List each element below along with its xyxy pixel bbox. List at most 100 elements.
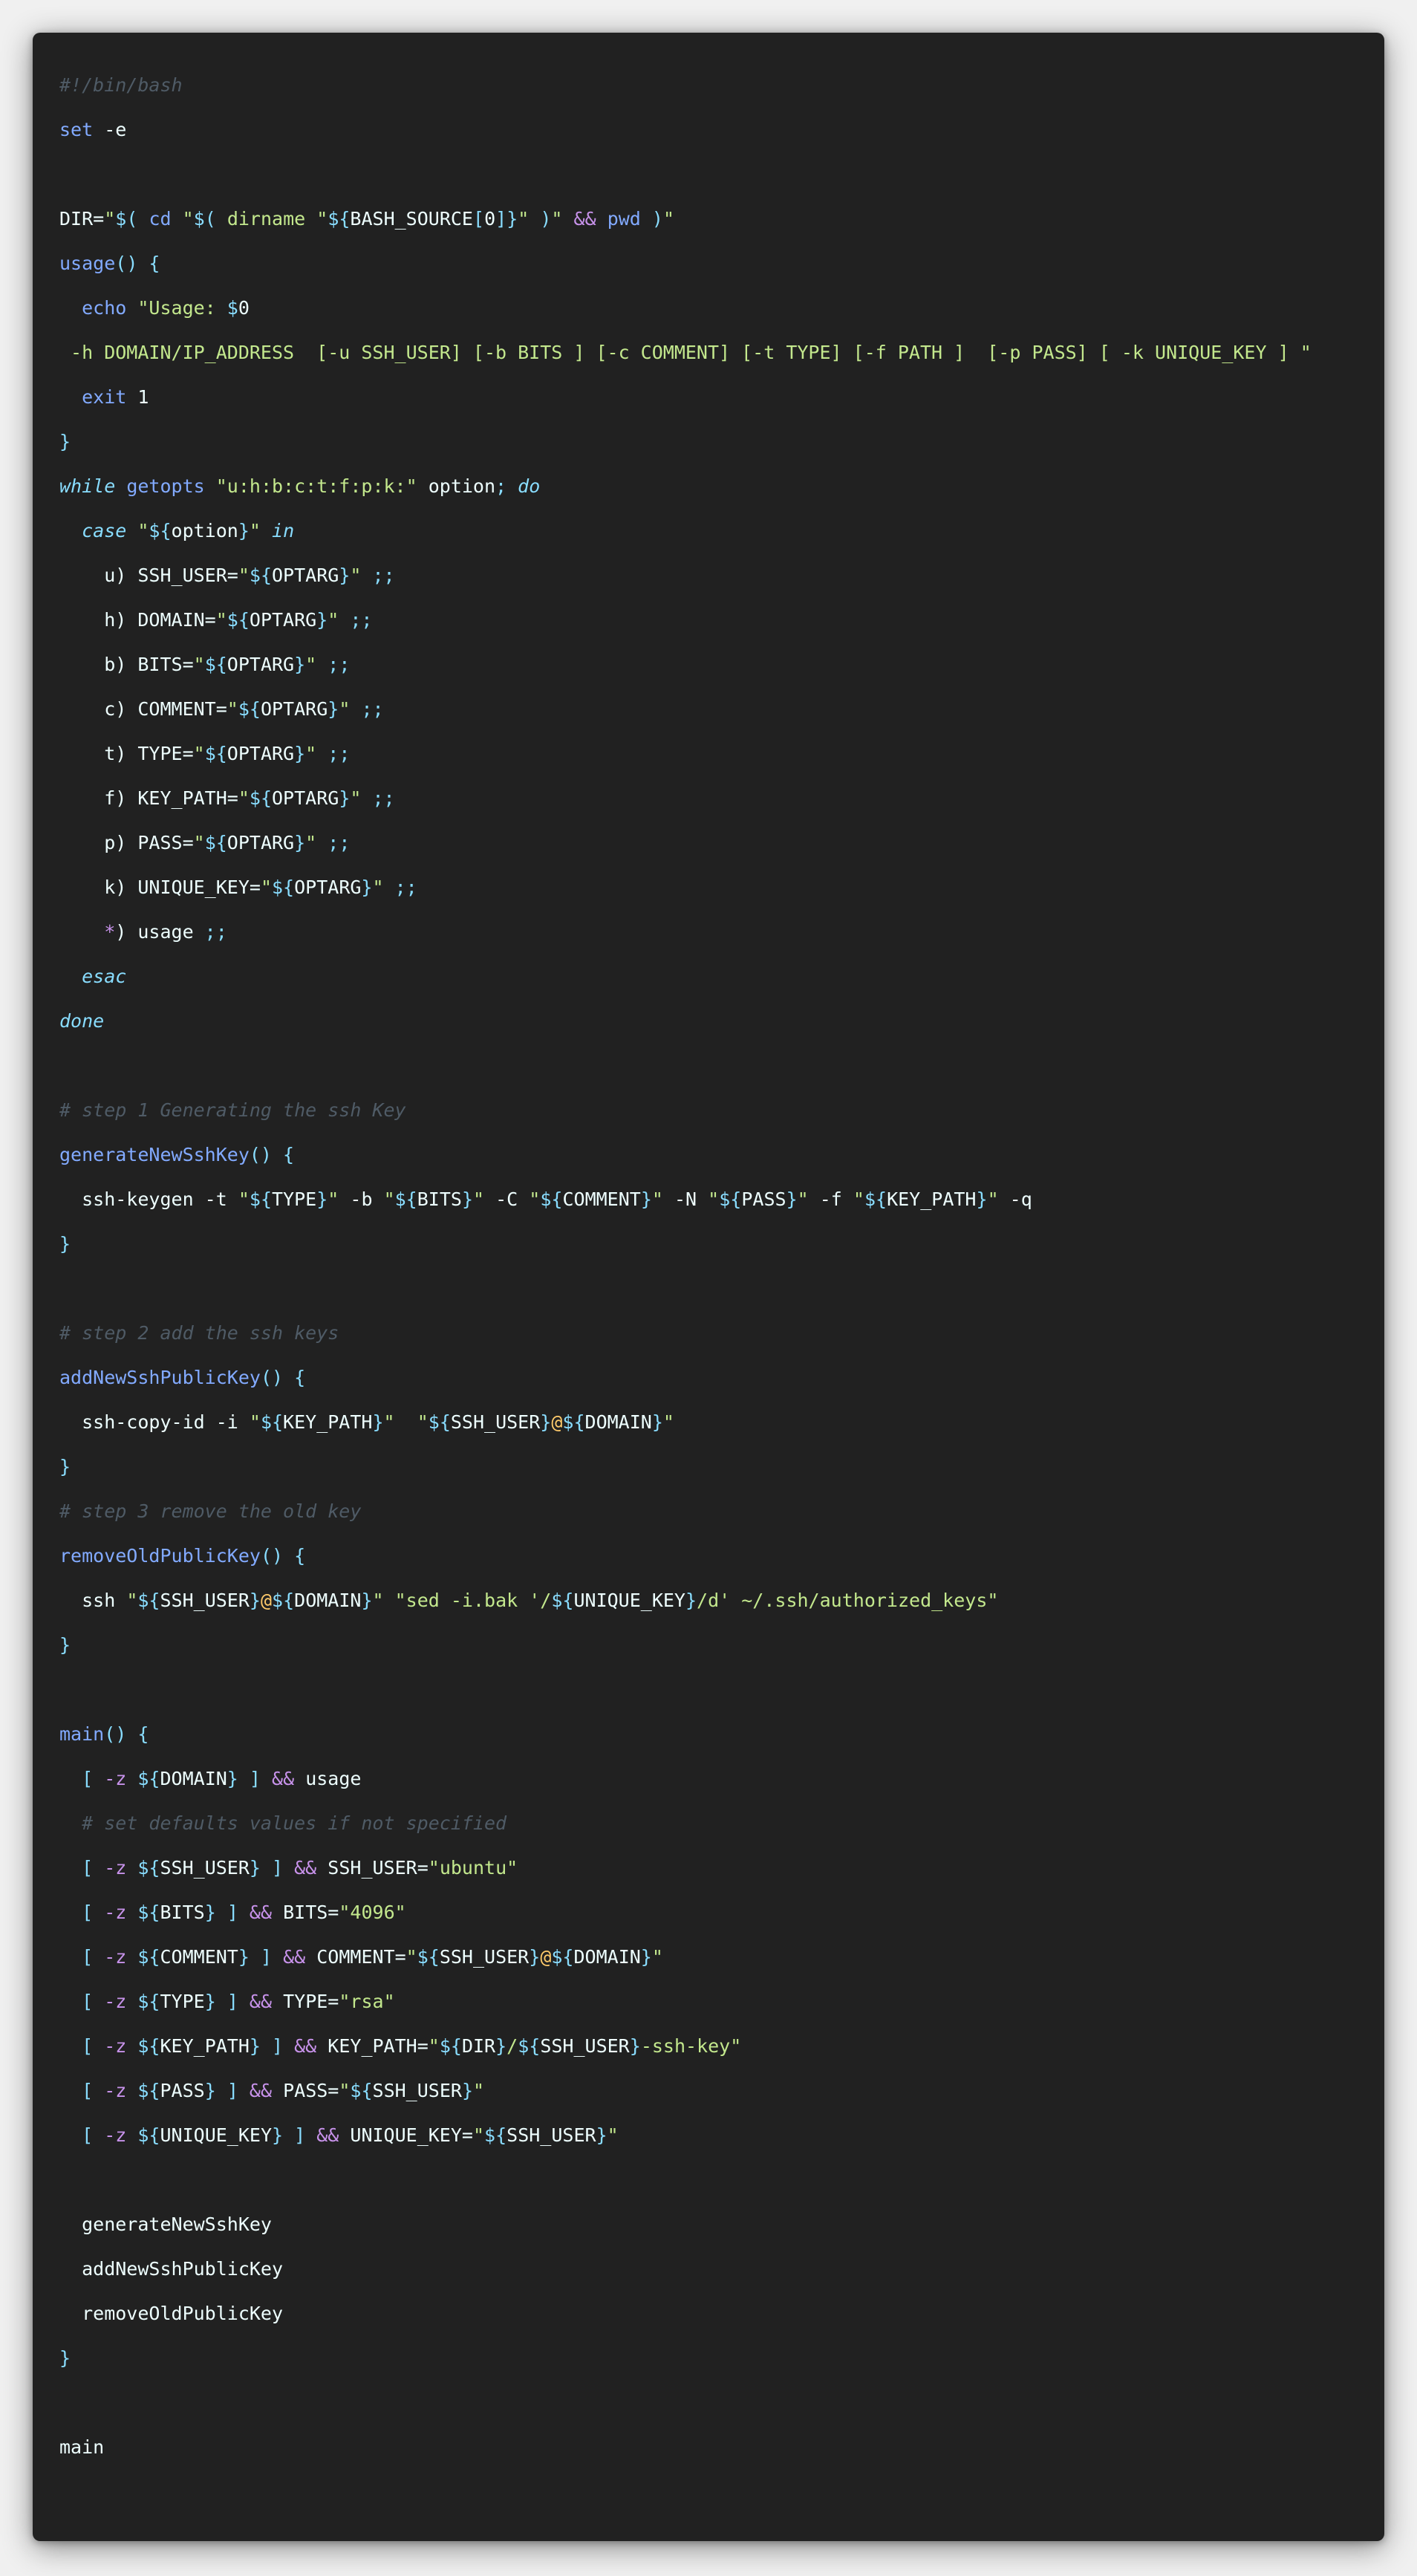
code-token: } — [272, 2124, 284, 2146]
code-token: " — [518, 208, 530, 230]
code-token: option — [171, 520, 238, 541]
code-token: && — [283, 2035, 328, 2057]
code-line: main — [59, 2425, 1312, 2470]
code-token: [ — [473, 208, 485, 230]
code-token: removeOldPublicKey — [59, 2303, 284, 2324]
code-token: "Usage: — [126, 297, 227, 319]
code-token: && — [260, 1768, 306, 1789]
code-token: ] — [238, 1768, 261, 1789]
code-token: } — [59, 1233, 71, 1255]
code-line: k) UNIQUE_KEY="${OPTARG}" ;; — [59, 865, 1312, 910]
code-token: " — [238, 1188, 250, 1210]
code-line: [ -z ${UNIQUE_KEY} ] && UNIQUE_KEY="${SS… — [59, 2113, 1312, 2158]
code-token: " — [405, 1946, 417, 1968]
code-token: PASS — [741, 1188, 786, 1210]
code-line: generateNewSshKey() { — [59, 1133, 1312, 1177]
code-token: } — [361, 876, 373, 898]
code-line: #!/bin/bash — [59, 63, 1312, 108]
code-token: } — [629, 2035, 641, 2057]
code-line: # step 3 remove the old key — [59, 1489, 1312, 1534]
code-token: ${ — [204, 654, 227, 675]
code-token: # step 1 Generating the ssh Key — [59, 1099, 406, 1121]
code-line: } — [59, 1623, 1312, 1668]
code-token: @ — [540, 1946, 552, 1968]
code-line: *) usage ;; — [59, 910, 1312, 954]
code-token: } — [651, 1411, 663, 1433]
code-token: } — [361, 1590, 373, 1611]
code-token: () { — [249, 1144, 295, 1165]
code-token: " — [316, 208, 328, 230]
code-token: while — [59, 475, 116, 497]
code-token: -z — [93, 1902, 138, 1923]
code-token: } — [249, 1590, 261, 1611]
code-token: UNIQUE_KEY= — [350, 2124, 473, 2146]
code-token: @ — [260, 1590, 273, 1611]
code-token: /d' ~/.ssh/authorized_keys" — [697, 1590, 999, 1611]
code-token: ) — [529, 208, 552, 230]
code-token: ${ — [137, 1902, 160, 1923]
code-token: } — [238, 1946, 250, 1968]
code-token: } — [640, 1188, 652, 1210]
code-token: 0 — [484, 208, 496, 230]
code-token: && — [238, 2080, 284, 2101]
code-token: removeOldPublicKey — [59, 1545, 261, 1567]
code-token: OPTARG — [272, 787, 339, 809]
code-token: cd — [137, 208, 183, 230]
code-line: } — [59, 1445, 1312, 1489]
code-token: -z — [93, 1946, 138, 1968]
code-line: main() { — [59, 1712, 1312, 1757]
code-line: # step 2 add the ssh keys — [59, 1311, 1312, 1356]
code-token: done — [59, 1010, 105, 1032]
code-token: ${ — [137, 2124, 160, 2146]
code-token: } — [227, 1768, 238, 1789]
code-token: ${ — [417, 1946, 440, 1968]
code-token: -N — [662, 1188, 708, 1210]
code-token: } — [204, 1902, 216, 1923]
code-token: } — [294, 832, 306, 853]
code-token: @ — [551, 1411, 563, 1433]
code-token: " — [529, 1188, 541, 1210]
code-token: # step 3 remove the old key — [59, 1500, 362, 1522]
code-token: } — [495, 2035, 507, 2057]
code-token: ${ — [204, 832, 227, 853]
code-token: " — [473, 2080, 485, 2101]
code-token: ) usage — [115, 921, 194, 943]
code-token: BITS= — [283, 1902, 339, 1923]
code-token: } — [461, 2080, 474, 2101]
code-token: } — [339, 787, 351, 809]
code-token: COMMENT — [562, 1188, 641, 1210]
code-token: } — [461, 1188, 474, 1210]
code-token: " — [193, 743, 205, 764]
code-token: -z — [93, 2080, 138, 2101]
code-token: OPTARG — [227, 654, 295, 675]
code-line: [ -z ${KEY_PATH} ] && KEY_PATH="${DIR}/$… — [59, 2024, 1312, 2069]
code-token: ; — [495, 475, 507, 497]
code-token: " — [305, 743, 317, 764]
code-token: && — [283, 1857, 328, 1879]
code-block[interactable]: #!/bin/bash set -e DIR="$( cd "$( dirname … — [59, 63, 1312, 2470]
code-token: SSH_USER — [372, 2080, 462, 2101]
code-token: } — [59, 1634, 71, 1656]
code-line: ssh-copy-id -i "${KEY_PATH}" "${SSH_USER… — [59, 1400, 1312, 1445]
code-token: OPTARG — [272, 565, 339, 586]
code-token: () { — [260, 1367, 306, 1388]
code-line: while getopts "u:h:b:c:t:f:p:k:" option;… — [59, 464, 1312, 509]
code-line: removeOldPublicKey() { — [59, 1534, 1312, 1578]
code-token: } — [540, 1411, 552, 1433]
code-token: " — [328, 1188, 339, 1210]
code-token: in — [260, 520, 295, 541]
code-token: ${ — [350, 2080, 373, 2101]
code-token: # step 2 add the ssh keys — [59, 1322, 339, 1344]
code-token: && — [305, 2124, 351, 2146]
code-token: DOMAIN — [160, 1768, 227, 1789]
code-line: } — [59, 2336, 1312, 2381]
code-token: " — [662, 1411, 674, 1433]
code-token: KEY_PATH — [283, 1411, 373, 1433]
code-token: " — [249, 520, 261, 541]
code-token: generateNewSshKey — [59, 1144, 250, 1165]
code-token: ${ — [864, 1188, 887, 1210]
code-token: ${ — [137, 1857, 160, 1879]
code-token: [ — [59, 1857, 94, 1879]
code-token: " — [227, 698, 238, 720]
code-token: -e — [93, 119, 127, 140]
